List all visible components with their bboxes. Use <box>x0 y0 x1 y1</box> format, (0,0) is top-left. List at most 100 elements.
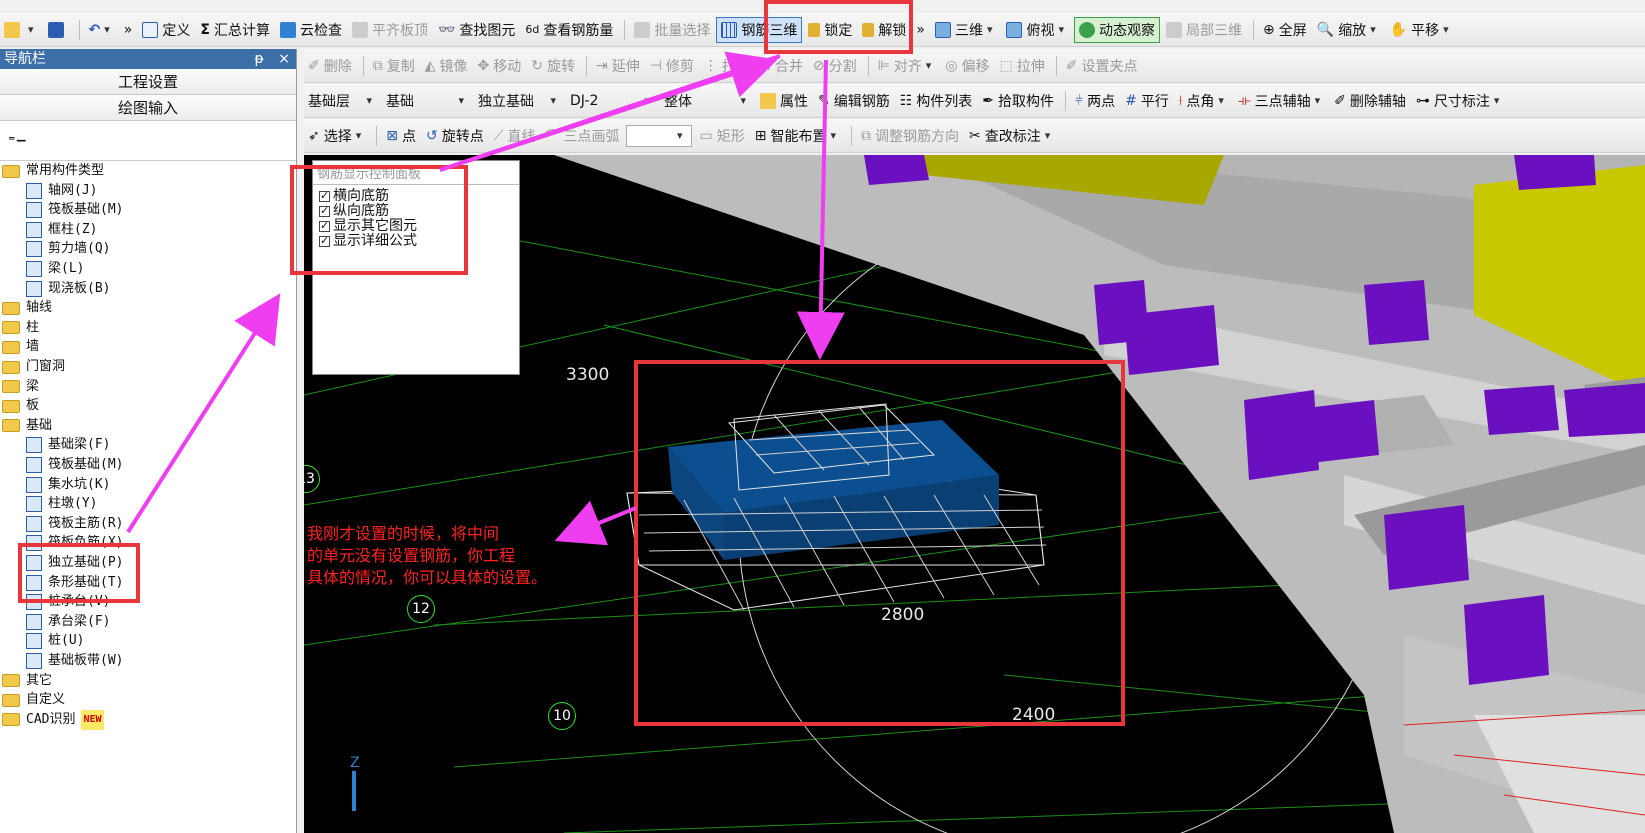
tree-item-foundation-2[interactable]: 集水坑(K) <box>26 475 110 495</box>
part-dropdown[interactable]: 整体 ▾ <box>660 88 754 114</box>
modify-annotation-button[interactable]: ✂ 查改标注 ▾ <box>965 123 1058 149</box>
tree-item-common-3[interactable]: 剪力墙(Q) <box>26 239 110 259</box>
rectangle-button[interactable]: ▭ 矩形 <box>696 123 749 149</box>
merge-button[interactable]: ⊓ 合并 <box>756 53 807 79</box>
rotate-point-button[interactable]: ↺ 旋转点 <box>422 123 488 149</box>
tree-folder-1[interactable]: 柱 <box>2 318 39 338</box>
layer-dropdown[interactable]: 基础层 ▾ <box>304 88 380 114</box>
select-button[interactable]: ➶ 选择 ▾ <box>304 123 369 149</box>
two-points-button[interactable]: ⫩ 两点 <box>1071 88 1119 114</box>
component-list-button[interactable]: ☷ 构件列表 <box>896 88 977 114</box>
project-settings-button[interactable]: 工程设置 <box>0 69 296 95</box>
tree-folder-4[interactable]: 梁 <box>2 377 39 397</box>
tree-item-foundation-0[interactable]: 基础梁(F) <box>26 435 110 455</box>
undo-icon: ↶ <box>88 21 101 38</box>
three-point-arc-button[interactable]: ⌒ 三点画弧 <box>542 123 624 149</box>
overflow-chevron-2[interactable]: » <box>912 17 929 43</box>
tree-item-common-4[interactable]: 梁(L) <box>26 259 84 279</box>
open-button[interactable]: ▾ <box>0 17 42 43</box>
pick-component-button[interactable]: ✒ 拾取构件 <box>978 88 1058 114</box>
component-icon <box>26 457 42 473</box>
tree-folder-bottom-1[interactable]: 自定义 <box>2 690 65 710</box>
undo-button[interactable]: ↶ ▾ <box>85 17 118 43</box>
overflow-chevron[interactable]: » <box>120 17 137 43</box>
close-icon[interactable]: × <box>278 51 290 67</box>
break-button[interactable]: ⋮ 打断 <box>700 53 754 79</box>
edit-rebar-button[interactable]: ✎ 编辑钢筋 <box>814 88 894 114</box>
fullscreen-button[interactable]: ⊕ 全屏 <box>1259 17 1311 43</box>
adjust-rebar-dir-button[interactable]: ⧉ 调整钢筋方向 <box>857 123 963 149</box>
extend-button[interactable]: ⇥ 延伸 <box>592 53 644 79</box>
type-dropdown[interactable]: 独立基础 ▾ <box>474 88 564 114</box>
tree-item-foundation-11[interactable]: 基础板带(W) <box>26 651 123 671</box>
split-button[interactable]: ⊘ 分割 <box>809 53 861 79</box>
flush-top-button[interactable]: 平齐板顶 <box>348 17 432 43</box>
edit-toolbar: ✐ 删除 ⧉ 复制 ◭ 镜像 ✥ 移动 ↻ 旋转 ⇥ 延伸 ⊣ 修剪 ⋮ 打断 ⊓ 合并 ⊘ 分割 … <box>304 49 1645 83</box>
local-3d-button[interactable]: 局部三维 <box>1162 17 1246 43</box>
cloud-check-button[interactable]: 云检查 <box>276 17 346 43</box>
define-button[interactable]: 定义 <box>138 17 194 43</box>
delete-button[interactable]: ✐ 删除 <box>304 53 356 79</box>
point-button[interactable]: ⊠ 点 <box>382 123 420 149</box>
tree-folder-2[interactable]: 墙 <box>2 337 39 357</box>
tree-folder-5[interactable]: 板 <box>2 396 39 416</box>
delete-icon: ✐ <box>308 57 320 74</box>
drawing-input-button[interactable]: 绘图输入 <box>0 95 296 121</box>
smart-layout-icon: ⊞ <box>754 127 767 144</box>
mirror-button[interactable]: ◭ 镜像 <box>421 53 472 79</box>
tree-folder-foundation[interactable]: 基础 <box>2 416 52 436</box>
arc-mode-dropdown[interactable]: ▾ <box>625 124 692 147</box>
move-button[interactable]: ✥ 移动 <box>474 53 526 79</box>
top-view-button[interactable]: 俯视 ▾ <box>1002 17 1072 43</box>
tree-folder-bottom-0[interactable]: 其它 <box>2 671 52 691</box>
tree-folder-common-types[interactable]: 常用构件类型 <box>2 161 104 181</box>
view-3d-button[interactable]: 三维 ▾ <box>931 17 1001 43</box>
tree-item-common-5[interactable]: 现浇板(B) <box>26 279 110 299</box>
line-button[interactable]: ⟋ 直线 <box>490 123 540 149</box>
z-axis-indicator: Z <box>350 755 360 811</box>
tree-folder-0[interactable]: 轴线 <box>2 298 52 318</box>
properties-button[interactable]: 属性 <box>756 88 812 114</box>
category-dropdown[interactable]: 基础 ▾ <box>382 88 472 114</box>
tree-item-foundation-1[interactable]: 筏板基础(M) <box>26 455 123 475</box>
smart-layout-button[interactable]: ⊞ 智能布置 ▾ <box>751 123 844 149</box>
tree-item-foundation-3[interactable]: 柱墩(Y) <box>26 494 97 514</box>
pin-icon[interactable]: ᵽ <box>254 51 263 67</box>
adjust-dir-icon: ⧉ <box>861 127 872 144</box>
dynamic-view-button[interactable]: 动态观察 <box>1074 16 1161 43</box>
flush-top-icon <box>351 21 368 38</box>
offset-button[interactable]: ◎ 偏移 <box>941 53 993 79</box>
find-element-button[interactable]: 👓 查找图元 <box>434 17 519 43</box>
trim-button[interactable]: ⊣ 修剪 <box>646 53 698 79</box>
tree-item-foundation-10[interactable]: 桩(U) <box>26 631 84 651</box>
copy-button[interactable]: ⧉ 复制 <box>369 53 419 79</box>
point-angle-button[interactable]: ⟊ 点角 ▾ <box>1175 88 1232 114</box>
dimension-button[interactable]: ⊶ 尺寸标注 ▾ <box>1412 88 1508 114</box>
zoom-button[interactable]: 🔍 缩放 ▾ <box>1313 17 1384 43</box>
folder-icon <box>2 674 20 688</box>
rotate-button[interactable]: ↻ 旋转 <box>527 53 579 79</box>
tree-item-foundation-9[interactable]: 承台梁(F) <box>26 612 110 632</box>
sum-calc-button[interactable]: Σ 汇总计算 <box>196 17 274 43</box>
tree-item-foundation-4[interactable]: 筏板主筋(R) <box>26 514 123 534</box>
save-button[interactable] <box>44 17 72 43</box>
view-rebar-qty-button[interactable]: 6d 查看钢筋量 <box>521 17 617 43</box>
three-point-aux-button[interactable]: ⟛ 三点辅轴 ▾ <box>1234 88 1328 114</box>
cube-icon <box>934 21 951 38</box>
align-button[interactable]: ⊫ 对齐 ▾ <box>874 53 940 79</box>
parallel-button[interactable]: # 平行 <box>1121 88 1173 114</box>
tree-folder-bottom-2[interactable]: CAD识别 NEW <box>2 709 104 730</box>
pan-button[interactable]: ✋ 平移 ▾ <box>1386 17 1457 43</box>
stretch-button[interactable]: ⬚ 拉伸 <box>996 53 1049 79</box>
list-icon: ☷ <box>899 92 913 109</box>
tree-item-common-0[interactable]: 轴网(J) <box>26 181 97 201</box>
arc-icon: ⌒ <box>545 128 560 145</box>
element-dropdown[interactable]: DJ-2 ▾ <box>566 88 658 114</box>
set-grip-button[interactable]: ✐ 设置夹点 <box>1062 53 1142 79</box>
batch-select-button[interactable]: 批量选择 <box>630 17 714 43</box>
collapse-tree-icon[interactable]: ⁼− <box>8 133 27 149</box>
tree-item-common-2[interactable]: 框柱(Z) <box>26 220 97 240</box>
tree-item-common-1[interactable]: 筏板基础(M) <box>26 200 123 220</box>
delete-aux-button[interactable]: ✐ 删除辅轴 <box>1330 88 1410 114</box>
tree-folder-3[interactable]: 门窗洞 <box>2 357 65 377</box>
